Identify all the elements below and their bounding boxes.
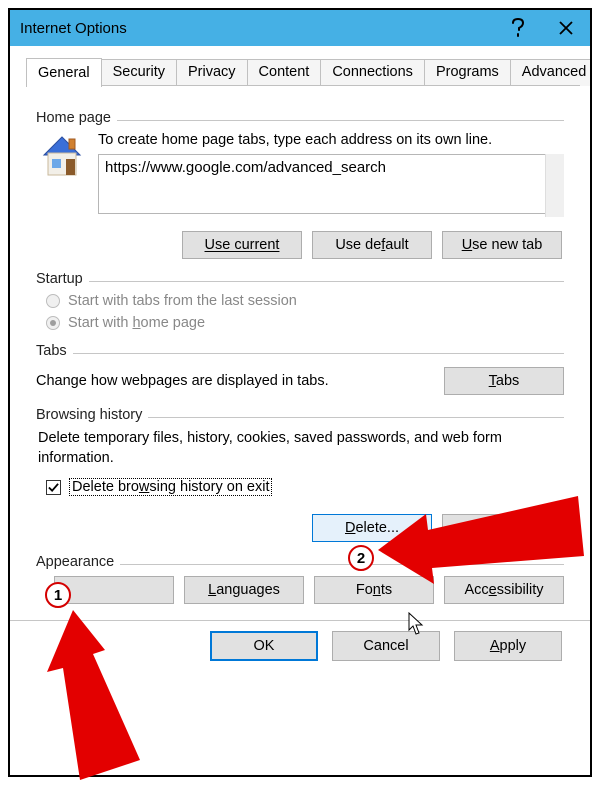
group-legend-appearance: Appearance — [36, 554, 114, 570]
button-label: Use new tab — [462, 237, 543, 253]
use-new-tab-button[interactable]: Use new tab — [442, 231, 562, 259]
tab-privacy[interactable]: Privacy — [176, 59, 248, 86]
button-label: Apply — [490, 638, 526, 654]
delete-on-exit-label: Delete browsing history on exit — [69, 478, 272, 496]
radio-start-with-home: Start with home page — [46, 315, 564, 331]
apply-button[interactable]: Apply — [454, 631, 562, 661]
radio-start-with-tabs: Start with tabs from the last session — [46, 293, 564, 309]
button-label: Use current — [205, 237, 280, 253]
annotation-callout-1: 1 — [45, 582, 71, 608]
group-browsing-history: Browsing history Delete temporary files,… — [36, 407, 564, 542]
tab-content[interactable]: Content — [247, 59, 322, 86]
group-tabs: Tabs Change how webpages are displayed i… — [36, 343, 564, 395]
settings-button[interactable]: Settings — [442, 514, 562, 542]
button-label: Delete... — [345, 520, 399, 536]
tab-label: Advanced — [522, 64, 587, 80]
tab-label: General — [38, 65, 90, 81]
radio-icon — [46, 294, 60, 308]
browsing-history-help: Delete temporary files, history, cookies… — [38, 429, 562, 468]
tab-label: Security — [113, 64, 165, 80]
window-title: Internet Options — [20, 20, 494, 37]
tab-connections[interactable]: Connections — [320, 59, 425, 86]
button-label: Tabs — [489, 373, 520, 389]
button-label: Fonts — [356, 582, 392, 598]
colors-button[interactable] — [54, 576, 174, 604]
annotation-callout-2: 2 — [348, 545, 374, 571]
titlebar: Internet Options — [10, 10, 590, 46]
button-label: Cancel — [363, 638, 408, 654]
tab-label: Privacy — [188, 64, 236, 80]
home-icon — [36, 129, 88, 181]
tab-strip: General Security Privacy Content Connect… — [10, 46, 590, 86]
help-button[interactable] — [494, 10, 542, 46]
button-label: Use default — [335, 237, 408, 253]
scroll-up-icon[interactable] — [550, 159, 560, 169]
group-legend-tabs: Tabs — [36, 343, 67, 359]
button-label: OK — [254, 638, 275, 654]
group-appearance: Appearance Languages Fonts Accessibility — [36, 554, 564, 604]
scroll-down-icon[interactable] — [550, 202, 560, 212]
homepage-help-text: To create home page tabs, type each addr… — [98, 132, 564, 148]
homepage-url-input[interactable]: https://www.google.com/advanced_search — [98, 154, 564, 214]
tabs-help-text: Change how webpages are displayed in tab… — [36, 373, 436, 389]
tabs-button[interactable]: Tabs — [444, 367, 564, 395]
cursor-icon — [408, 612, 426, 636]
radio-label: Start with tabs from the last session — [68, 293, 297, 309]
button-label: Accessibility — [465, 582, 544, 598]
accessibility-button[interactable]: Accessibility — [444, 576, 564, 604]
button-label: Settings — [476, 520, 528, 536]
ok-button[interactable]: OK — [210, 631, 318, 661]
tab-programs[interactable]: Programs — [424, 59, 511, 86]
group-legend-startup: Startup — [36, 271, 83, 287]
tab-label: Content — [259, 64, 310, 80]
use-current-button[interactable]: Use current — [182, 231, 302, 259]
close-button[interactable] — [542, 10, 590, 46]
tab-label: Programs — [436, 64, 499, 80]
tab-general[interactable]: General — [26, 58, 102, 87]
delete-button[interactable]: Delete... — [312, 514, 432, 542]
tab-security[interactable]: Security — [101, 59, 177, 86]
tab-label: Connections — [332, 64, 413, 80]
radio-label: Start with home page — [68, 315, 205, 331]
delete-on-exit-checkbox[interactable] — [46, 480, 61, 495]
tab-advanced[interactable]: Advanced — [510, 59, 592, 86]
group-legend-browsing-history: Browsing history — [36, 407, 142, 423]
callout-number: 1 — [54, 587, 62, 604]
languages-button[interactable]: Languages — [184, 576, 304, 604]
fonts-button[interactable]: Fonts — [314, 576, 434, 604]
callout-number: 2 — [357, 550, 365, 567]
radio-icon — [46, 316, 60, 330]
group-legend-homepage: Home page — [36, 110, 111, 126]
group-homepage: Home page To create home page tabs, type… — [36, 110, 564, 259]
use-default-button[interactable]: Use default — [312, 231, 432, 259]
group-startup: Startup Start with tabs from the last se… — [36, 271, 564, 331]
button-label: Languages — [208, 582, 280, 598]
